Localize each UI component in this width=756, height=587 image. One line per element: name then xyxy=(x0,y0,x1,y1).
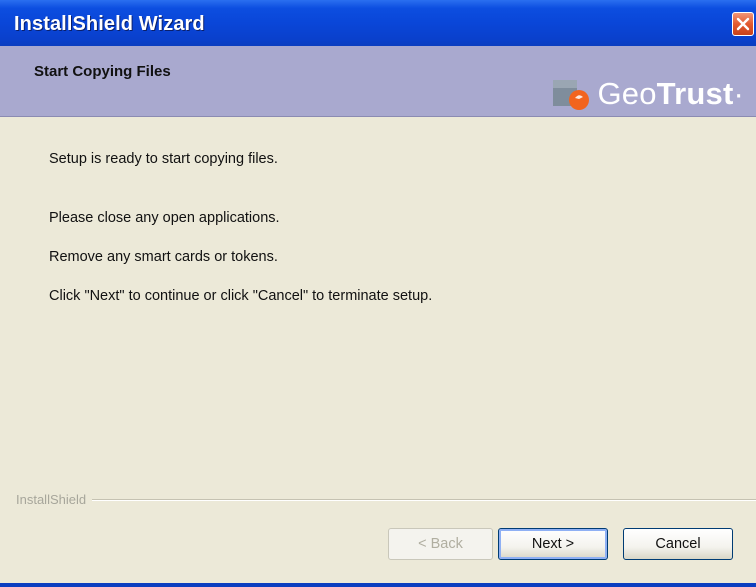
logo-text-regular: Geo xyxy=(597,76,657,111)
message-remove-cards: Remove any smart cards or tokens. xyxy=(49,249,278,265)
installshield-dialog: InstallShield Wizard Start Copying Files… xyxy=(0,0,756,587)
geotrust-logo-icon xyxy=(553,80,590,110)
installshield-brand-row: InstallShield xyxy=(0,492,756,507)
logo-text-suffix: · xyxy=(733,76,744,111)
message-instructions: Click "Next" to continue or click "Cance… xyxy=(49,288,433,304)
window-bottom-border xyxy=(0,583,756,587)
wizard-header: Start Copying Files GeoTrust· xyxy=(0,46,756,117)
next-button[interactable]: Next > xyxy=(498,528,608,560)
geotrust-logo-text: GeoTrust· xyxy=(597,77,744,111)
logo-text-bold: Trust xyxy=(656,76,734,111)
window-title: InstallShield Wizard xyxy=(14,13,205,35)
back-button[interactable]: < Back xyxy=(388,528,493,560)
separator xyxy=(16,499,756,501)
close-button[interactable] xyxy=(732,12,754,36)
title-bar[interactable]: InstallShield Wizard xyxy=(0,0,756,46)
geotrust-logo: GeoTrust· xyxy=(551,77,744,111)
close-icon xyxy=(736,17,750,31)
page-title: Start Copying Files xyxy=(34,63,171,80)
wizard-body: Setup is ready to start copying files. P… xyxy=(0,117,756,497)
message-close-apps: Please close any open applications. xyxy=(49,210,280,226)
installshield-brand: InstallShield xyxy=(16,492,93,507)
cancel-button[interactable]: Cancel xyxy=(623,528,733,560)
message-ready: Setup is ready to start copying files. xyxy=(49,151,278,167)
